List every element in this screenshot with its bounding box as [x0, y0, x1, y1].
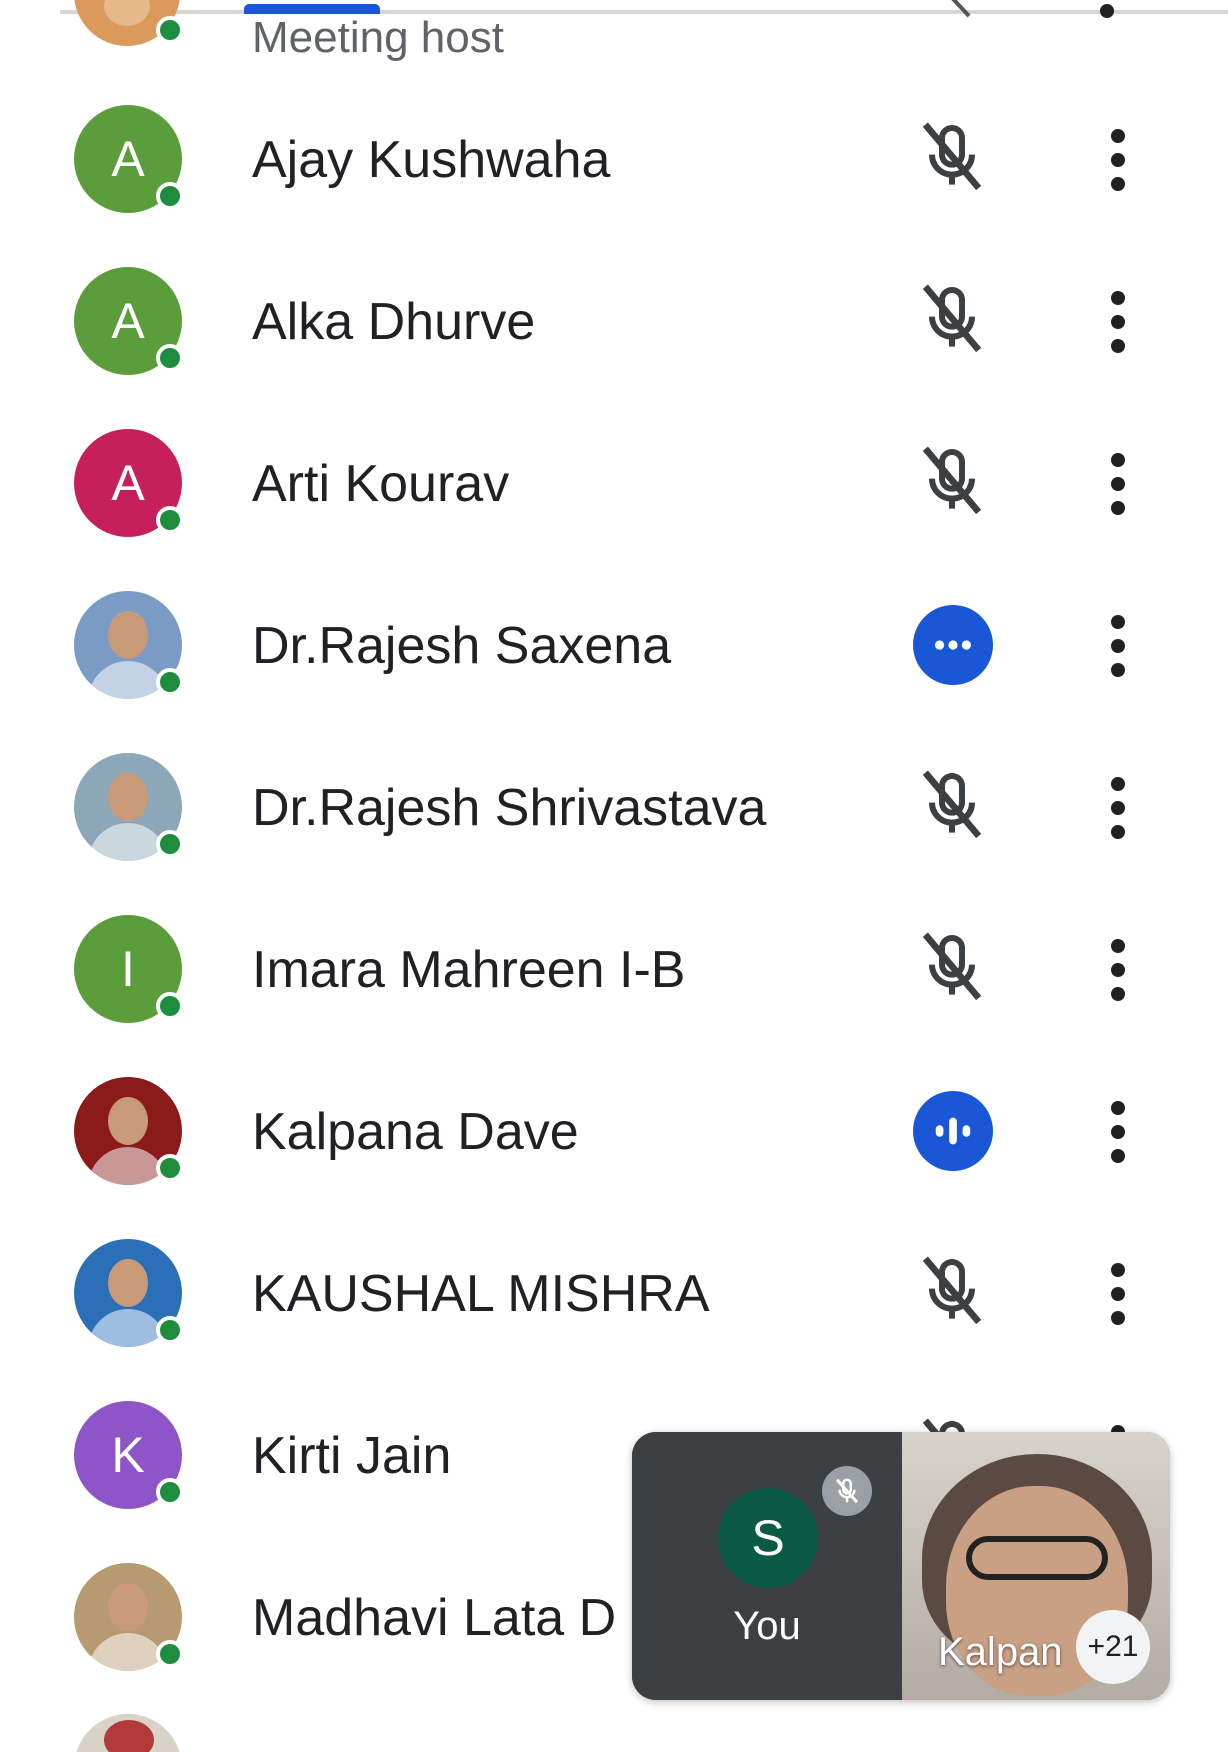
avatar: [74, 1714, 182, 1752]
presence-dot: [156, 1478, 184, 1506]
more-vert-icon[interactable]: [1098, 768, 1138, 848]
host-row[interactable]: Meeting host: [0, 0, 1228, 70]
participant-name: Dr.Rajesh Saxena: [252, 617, 672, 675]
participant-row[interactable]: Dr.Rajesh Saxena: [0, 564, 1228, 726]
participant-row[interactable]: Dr.Rajesh Shrivastava: [0, 726, 1228, 888]
presence-dot: [156, 182, 184, 210]
idle-audio-icon[interactable]: [913, 605, 993, 685]
mic-off-icon[interactable]: [912, 280, 992, 360]
participant-name: Imara Mahreen I-B: [252, 941, 686, 999]
host-role-label: Meeting host: [252, 13, 504, 62]
more-vert-icon[interactable]: [1098, 282, 1138, 362]
participant-name: Kirti Jain: [252, 1427, 452, 1485]
presence-dot: [156, 1316, 184, 1344]
participant-name: Dr.Rajesh Shrivastava: [252, 779, 767, 837]
presence-dot: [156, 668, 184, 696]
presence-dot: [156, 992, 184, 1020]
self-avatar: S: [718, 1488, 818, 1588]
participant-row[interactable]: A Ajay Kushwaha: [0, 78, 1228, 240]
participant-name: Arti Kourav: [252, 455, 510, 513]
more-vert-icon[interactable]: [1098, 120, 1138, 200]
participant-name: Madhavi Lata D: [252, 1589, 617, 1647]
more-vert-icon[interactable]: [1098, 444, 1138, 524]
participant-row[interactable]: A Arti Kourav: [0, 402, 1228, 564]
more-vert-icon[interactable]: [1098, 1254, 1138, 1334]
presence-dot: [156, 1154, 184, 1182]
mic-off-icon: [822, 1466, 872, 1516]
mic-off-icon[interactable]: [912, 442, 992, 522]
mic-off-icon[interactable]: [912, 118, 992, 198]
more-vert-icon[interactable]: [1100, 4, 1114, 18]
presence-dot: [156, 16, 184, 44]
mic-off-icon[interactable]: [912, 1252, 992, 1332]
participant-row[interactable]: Kalpana Dave: [0, 1050, 1228, 1212]
participant-name: Alka Dhurve: [252, 293, 536, 351]
mic-off-icon[interactable]: [935, 0, 975, 22]
speaking-indicator-icon[interactable]: [913, 1091, 993, 1171]
participant-name: Ajay Kushwaha: [252, 131, 611, 189]
presence-dot: [156, 344, 184, 372]
participant-row[interactable]: I Imara Mahreen I-B: [0, 888, 1228, 1050]
speaker-video: [966, 1536, 1108, 1580]
extra-participants-badge[interactable]: +21: [1076, 1610, 1150, 1684]
mic-off-icon[interactable]: [912, 766, 992, 846]
presence-dot: [156, 506, 184, 534]
more-vert-icon[interactable]: [1098, 1092, 1138, 1172]
participant-name: Kalpana Dave: [252, 1103, 579, 1161]
presence-dot: [156, 1640, 184, 1668]
participant-row[interactable]: KAUSHAL MISHRA: [0, 1212, 1228, 1374]
participant-row[interactable]: A Alka Dhurve: [0, 240, 1228, 402]
more-vert-icon[interactable]: [1098, 606, 1138, 686]
more-vert-icon[interactable]: [1098, 930, 1138, 1010]
speaker-label: Kalpan: [938, 1630, 1063, 1674]
mic-off-icon[interactable]: [912, 928, 992, 1008]
self-label: You: [733, 1604, 801, 1648]
pip-overlay[interactable]: S You Kalpan +21: [632, 1432, 1170, 1700]
pip-self-tile[interactable]: S You: [632, 1432, 902, 1700]
presence-dot: [156, 830, 184, 858]
participant-name: KAUSHAL MISHRA: [252, 1265, 710, 1323]
participant-row[interactable]: [0, 1700, 1228, 1752]
